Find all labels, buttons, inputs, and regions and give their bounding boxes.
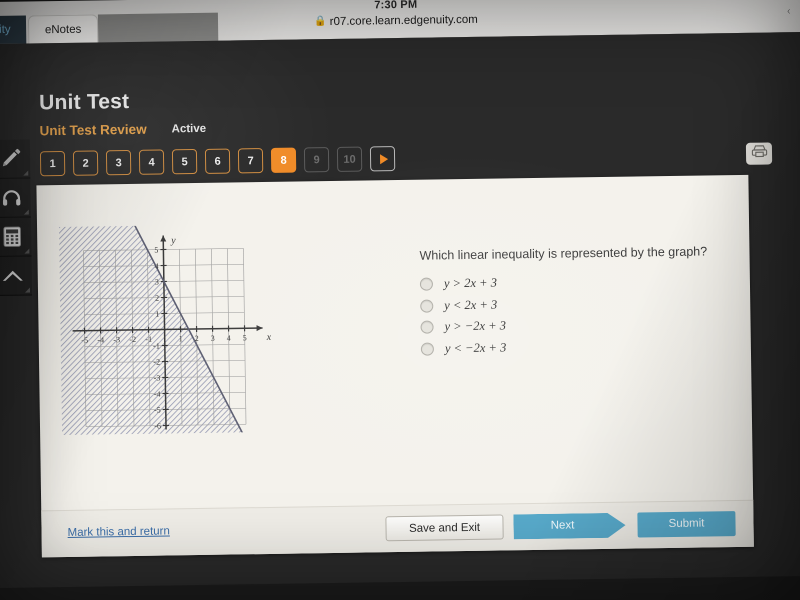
pager-item-1[interactable]: 1 [39, 150, 66, 177]
svg-text:-2: -2 [129, 335, 136, 344]
svg-text:5: 5 [243, 333, 247, 342]
svg-text:-5: -5 [154, 406, 161, 415]
question-card: -5 -4 -3 -2 -1 1 2 3 4 5 5 4 3 2 1 -1 -2… [36, 174, 754, 558]
y-axis-label: y [170, 235, 176, 246]
svg-text:5: 5 [154, 246, 158, 255]
pager-next-button[interactable] [369, 146, 396, 172]
svg-text:-1: -1 [145, 335, 152, 344]
pager-item-3[interactable]: 3 [105, 149, 132, 176]
radio-button-4[interactable] [420, 342, 434, 356]
answer-label-2: y < 2x + 3 [444, 297, 498, 313]
pencil-icon [0, 148, 22, 170]
svg-text:-4: -4 [97, 335, 104, 344]
photo-of-screen: 7:30 PM ᚲ tivity eNotes 🔒 r07.core.learn.… [0, 0, 800, 600]
assignment-subtitle: Unit Test Review [39, 121, 147, 139]
answer-option-4[interactable]: y < −2x + 3 [420, 334, 721, 360]
sidebar-item-audio[interactable] [0, 178, 31, 219]
save-and-exit-button[interactable]: Save and Exit [385, 514, 504, 542]
svg-text:-5: -5 [81, 336, 88, 345]
pager-item-2[interactable]: 2 [72, 150, 99, 176]
svg-text:3: 3 [155, 278, 159, 287]
svg-text:-6: -6 [154, 422, 161, 431]
svg-text:-2: -2 [153, 358, 160, 367]
screen-content: 7:30 PM ᚲ tivity eNotes 🔒 r07.core.learn.… [0, 0, 800, 588]
tool-rail [0, 139, 33, 297]
question-prompt: Which linear inequality is represented b… [419, 244, 708, 263]
radio-button-2[interactable] [420, 299, 434, 313]
app-background: Unit Test Unit Test Review Active 1 2 3 … [0, 32, 800, 588]
pager-item-7[interactable]: 7 [237, 148, 264, 174]
pager-item-5[interactable]: 5 [171, 148, 198, 175]
radio-button-3[interactable] [420, 320, 434, 334]
pager-item-4[interactable]: 4 [138, 149, 165, 175]
svg-text:-4: -4 [154, 390, 161, 399]
calculator-icon [2, 226, 22, 248]
page-title: Unit Test [39, 89, 130, 115]
x-axis-label: x [266, 332, 272, 343]
svg-text:3: 3 [211, 334, 215, 343]
answer-label-1: y > 2x + 3 [443, 275, 497, 291]
chevron-up-icon [1, 266, 25, 286]
svg-text:4: 4 [227, 334, 231, 343]
printer-icon [750, 144, 767, 164]
svg-text:1: 1 [179, 334, 183, 343]
sidebar-item-notes[interactable] [0, 139, 31, 180]
card-footer: Mark this and return Save and Exit Next … [41, 499, 754, 558]
submit-button[interactable]: Submit [637, 511, 736, 538]
inequality-graph: -5 -4 -3 -2 -1 1 2 3 4 5 5 4 3 2 1 -1 -2… [59, 223, 293, 436]
print-button[interactable] [745, 142, 773, 165]
sidebar-item-collapse[interactable] [0, 256, 33, 297]
headphones-icon [0, 187, 22, 209]
svg-text:2: 2 [195, 334, 199, 343]
graph-svg: -5 -4 -3 -2 -1 1 2 3 4 5 5 4 3 2 1 -1 -2… [59, 223, 293, 436]
question-pager: 1 2 3 4 5 6 7 8 9 10 [39, 146, 396, 177]
pager-item-10: 10 [336, 146, 363, 172]
lock-icon: 🔒 [314, 16, 327, 28]
answer-options: y > 2x + 3 y < 2x + 3 y > −2x + 3 y < −2… [419, 269, 721, 360]
svg-text:-3: -3 [154, 374, 161, 383]
pager-item-8-current[interactable]: 8 [270, 147, 297, 173]
answer-label-3: y > −2x + 3 [444, 318, 507, 334]
svg-text:-1: -1 [153, 342, 160, 351]
mark-and-return-link[interactable]: Mark this and return [67, 525, 169, 539]
radio-button-1[interactable] [419, 277, 434, 291]
status-badge: Active [171, 122, 207, 136]
answer-label-4: y < −2x + 3 [444, 340, 507, 356]
pager-item-6[interactable]: 6 [204, 148, 231, 174]
url-text: r07.core.learn.edgenuity.com [329, 13, 478, 29]
pager-item-9: 9 [303, 147, 330, 173]
svg-text:-3: -3 [113, 335, 120, 344]
next-button[interactable]: Next [513, 513, 625, 540]
svg-text:2: 2 [155, 294, 159, 303]
sidebar-item-calculator[interactable] [0, 217, 32, 258]
svg-text:4: 4 [155, 262, 159, 271]
svg-text:1: 1 [155, 310, 159, 319]
